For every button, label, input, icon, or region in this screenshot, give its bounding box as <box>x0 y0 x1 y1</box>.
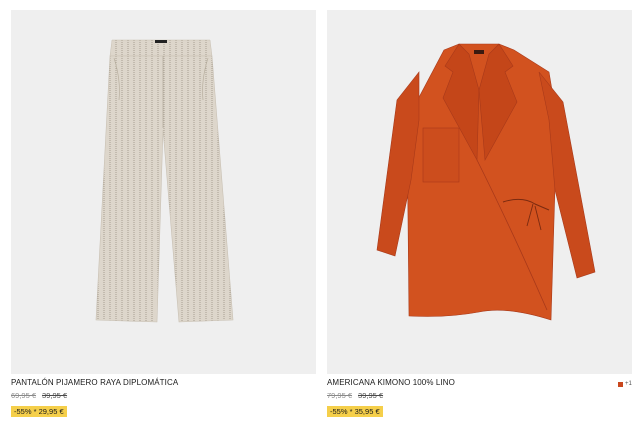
price-row: 69,95 € 39,95 € <box>11 391 316 401</box>
product-name-text: AMERICANA KIMONO 100% LINO <box>327 378 455 387</box>
blazer-illustration <box>376 43 596 321</box>
product-name[interactable]: AMERICANA KIMONO 100% LINO +1 <box>327 378 632 388</box>
original-price: 79,95 € <box>327 391 353 400</box>
sale-price-badge: -55% * 35,95 € <box>327 406 383 417</box>
previous-price: 39,95 € <box>42 391 68 400</box>
product-image-trousers[interactable] <box>11 10 316 374</box>
product-card[interactable]: AMERICANA KIMONO 100% LINO +1 79,95 € 39,… <box>327 10 632 419</box>
sale-price-badge: -55% * 29,95 € <box>11 406 67 417</box>
product-card[interactable]: PANTALÓN PIJAMERO RAYA DIPLOMÁTICA 69,95… <box>11 10 316 419</box>
product-name[interactable]: PANTALÓN PIJAMERO RAYA DIPLOMÁTICA <box>11 378 316 388</box>
more-colors-count: +1 <box>624 381 632 387</box>
color-swatch-orange[interactable] <box>617 381 623 387</box>
previous-price: 39,95 € <box>358 391 384 400</box>
original-price: 69,95 € <box>11 391 37 400</box>
price-row: 79,95 € 39,95 € <box>327 391 632 401</box>
color-swatches[interactable]: +1 <box>617 379 632 389</box>
trousers-illustration <box>95 39 234 323</box>
product-image-blazer[interactable] <box>327 10 632 374</box>
